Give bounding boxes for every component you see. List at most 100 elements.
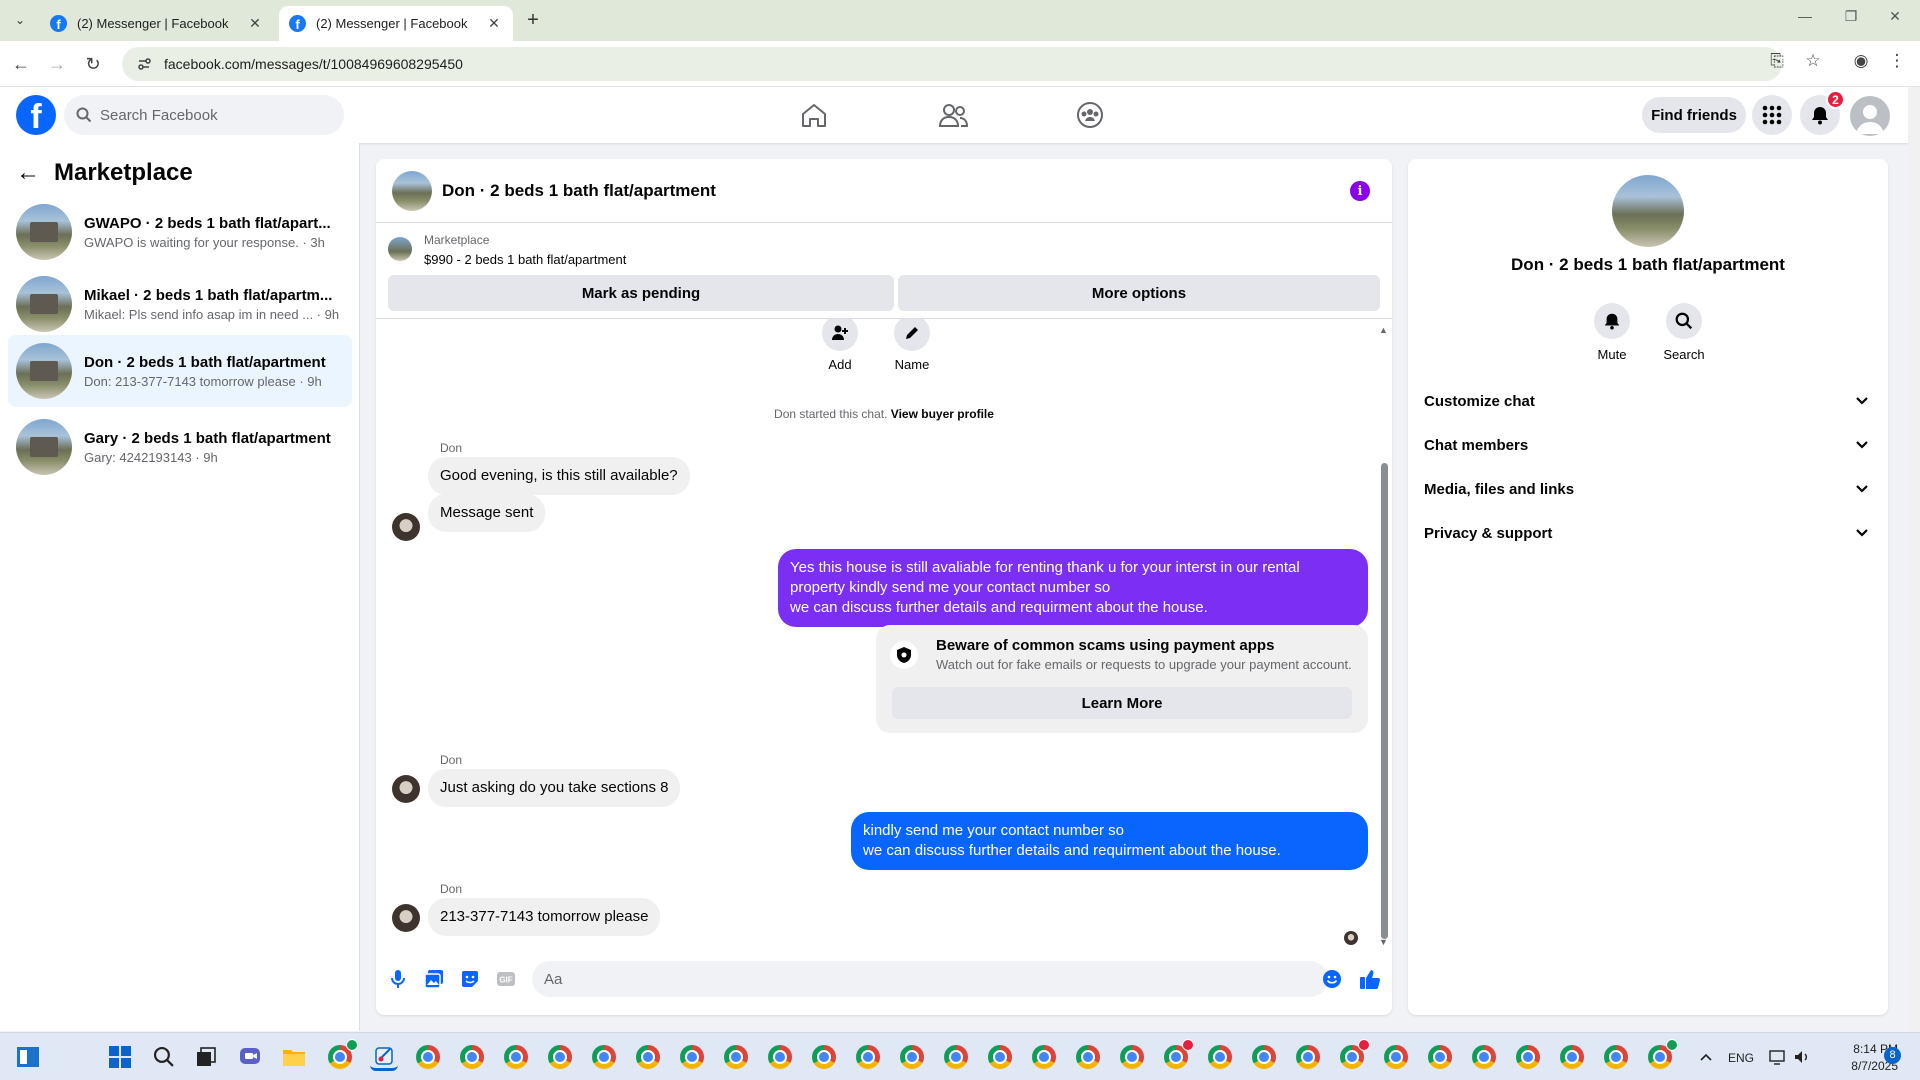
conversation-item[interactable]: GWAPO · 2 beds 1 bath flat/apart... GWAP… [8,198,352,266]
chrome-taskbar-icon[interactable] [590,1043,618,1071]
scroll-up-arrow-icon[interactable]: ▲ [1379,325,1388,335]
incoming-message[interactable]: Message sent [428,494,546,532]
chrome-taskbar-icon[interactable] [1162,1039,1194,1071]
chrome-taskbar-icon[interactable] [414,1043,442,1071]
sender-avatar[interactable] [392,904,420,932]
chrome-taskbar-icon[interactable] [942,1043,970,1071]
search-input[interactable]: Search Facebook [64,95,344,135]
chrome-taskbar-icon[interactable] [1602,1043,1630,1071]
url-field[interactable]: facebook.com/messages/t/1008496960829545… [122,47,1782,81]
sticker-icon[interactable] [458,967,482,991]
close-tab-icon[interactable]: ✕ [246,15,264,32]
incoming-message[interactable]: Good evening, is this still available? [428,457,690,495]
view-buyer-profile-link[interactable]: View buyer profile [891,407,994,421]
chrome-taskbar-icon[interactable] [1646,1039,1678,1071]
chrome-taskbar-icon[interactable] [1558,1043,1586,1071]
chrome-taskbar-icon[interactable] [1118,1043,1146,1071]
task-view-icon[interactable] [192,1043,220,1071]
reload-icon[interactable]: ↻ [80,51,106,77]
install-app-icon[interactable]: ⎘ [1764,51,1790,71]
chrome-taskbar-icon[interactable] [722,1043,750,1071]
chrome-taskbar-icon[interactable] [1074,1043,1102,1071]
chrome-taskbar-icon[interactable] [1470,1043,1498,1071]
conversation-item-selected[interactable]: Don · 2 beds 1 bath flat/apartment Don: … [8,335,352,407]
media-files-links-section[interactable]: Media, files and links [1416,467,1880,511]
customize-chat-section[interactable]: Customize chat [1416,379,1880,423]
snipping-tool-icon[interactable] [370,1043,398,1071]
account-avatar[interactable] [1850,96,1890,136]
chrome-taskbar-icon[interactable] [546,1043,574,1071]
privacy-support-section[interactable]: Privacy & support [1416,511,1880,555]
kebab-menu-icon[interactable]: ⋮ [1884,51,1910,71]
outgoing-message[interactable]: kindly send me your contact number so we… [851,812,1368,870]
chat-scrollbar[interactable]: ▲ ▼ [1378,325,1388,947]
tab-search-chevron-icon[interactable]: ⌄ [8,8,32,32]
learn-more-button[interactable]: Learn More [892,687,1352,719]
language-indicator[interactable]: ENG [1728,1051,1754,1065]
chrome-taskbar-icon[interactable] [1294,1043,1322,1071]
friends-icon[interactable] [933,99,973,131]
chrome-taskbar-icon[interactable] [1030,1043,1058,1071]
conversation-item[interactable]: Mikael · 2 beds 1 bath flat/apartm... Mi… [8,270,352,338]
teams-chat-icon[interactable] [236,1043,264,1071]
message-input[interactable]: Aa [532,961,1328,997]
chrome-taskbar-icon[interactable] [854,1043,882,1071]
chrome-taskbar-icon[interactable] [458,1043,486,1071]
chat-avatar[interactable] [392,170,432,211]
chrome-taskbar-icon[interactable] [1426,1043,1454,1071]
gif-icon[interactable]: GIF [494,967,518,991]
chrome-taskbar-icon[interactable] [1514,1043,1542,1071]
chrome-taskbar-icon[interactable] [898,1043,926,1071]
back-arrow-icon[interactable]: ← [16,159,40,187]
emoji-icon[interactable] [1320,967,1344,991]
incoming-message[interactable]: Just asking do you take sections 8 [428,769,681,807]
thumbs-up-icon[interactable] [1358,967,1382,991]
menu-grid-icon[interactable] [1752,95,1792,135]
bookmark-star-icon[interactable]: ☆ [1800,51,1826,71]
scrollbar-thumb[interactable] [1381,463,1388,939]
chrome-taskbar-icon[interactable] [1382,1043,1410,1071]
search-icon[interactable] [150,1043,178,1071]
sender-avatar[interactable] [392,513,420,541]
file-explorer-icon[interactable] [280,1043,308,1071]
restore-icon[interactable]: ❐ [1836,8,1866,25]
info-icon[interactable]: i [1350,181,1370,201]
photo-icon[interactable] [422,967,446,991]
chat-title[interactable]: Don · 2 beds 1 bath flat/apartment [442,181,716,201]
groups-icon[interactable] [1070,99,1110,131]
outgoing-message[interactable]: Yes this house is still avaliable for re… [778,549,1368,627]
show-hidden-icons-chevron-up-icon[interactable] [1692,1043,1720,1071]
home-icon[interactable] [794,99,834,131]
search-in-conversation-action[interactable]: Search [1648,303,1720,362]
chrome-taskbar-icon[interactable] [502,1043,530,1071]
site-info-icon[interactable] [136,56,152,72]
new-tab-plus-icon[interactable]: + [520,8,546,34]
listing-thumbnail[interactable] [388,237,412,261]
conversation-item[interactable]: Gary · 2 beds 1 bath flat/apartment Gary… [8,413,352,481]
chrome-taskbar-icon[interactable] [766,1043,794,1071]
mark-as-pending-button[interactable]: Mark as pending [388,275,894,311]
listing-summary[interactable]: $990 - 2 beds 1 bath flat/apartment [424,252,626,267]
minimize-icon[interactable]: — [1790,8,1820,24]
chrome-taskbar-icon[interactable] [810,1043,838,1071]
find-friends-button[interactable]: Find friends [1642,97,1746,133]
chrome-taskbar-icon[interactable] [678,1043,706,1071]
chrome-taskbar-icon[interactable] [1206,1043,1234,1071]
browser-tab-2[interactable]: f (2) Messenger | Facebook ✕ [279,6,513,41]
profile-icon[interactable]: ◉ [1848,51,1874,71]
browser-tab-1[interactable]: f (2) Messenger | Facebook ✕ [40,6,274,41]
chat-members-section[interactable]: Chat members [1416,423,1880,467]
chrome-taskbar-icon[interactable] [1338,1039,1370,1071]
mute-action[interactable]: Mute [1576,303,1648,362]
windows-start-icon[interactable] [106,1043,134,1071]
forward-arrow-icon[interactable]: → [44,51,70,77]
chrome-taskbar-icon[interactable] [326,1039,358,1071]
close-window-icon[interactable]: ✕ [1880,8,1910,25]
back-arrow-icon[interactable]: ← [8,51,34,77]
incoming-message[interactable]: 213-377-7143 tomorrow please [428,898,661,936]
close-tab-icon[interactable]: ✕ [485,15,503,32]
conversation-avatar[interactable] [1612,175,1684,247]
scroll-down-arrow-icon[interactable]: ▼ [1379,937,1388,947]
widgets-icon[interactable] [14,1043,42,1071]
chrome-taskbar-icon[interactable] [1250,1043,1278,1071]
